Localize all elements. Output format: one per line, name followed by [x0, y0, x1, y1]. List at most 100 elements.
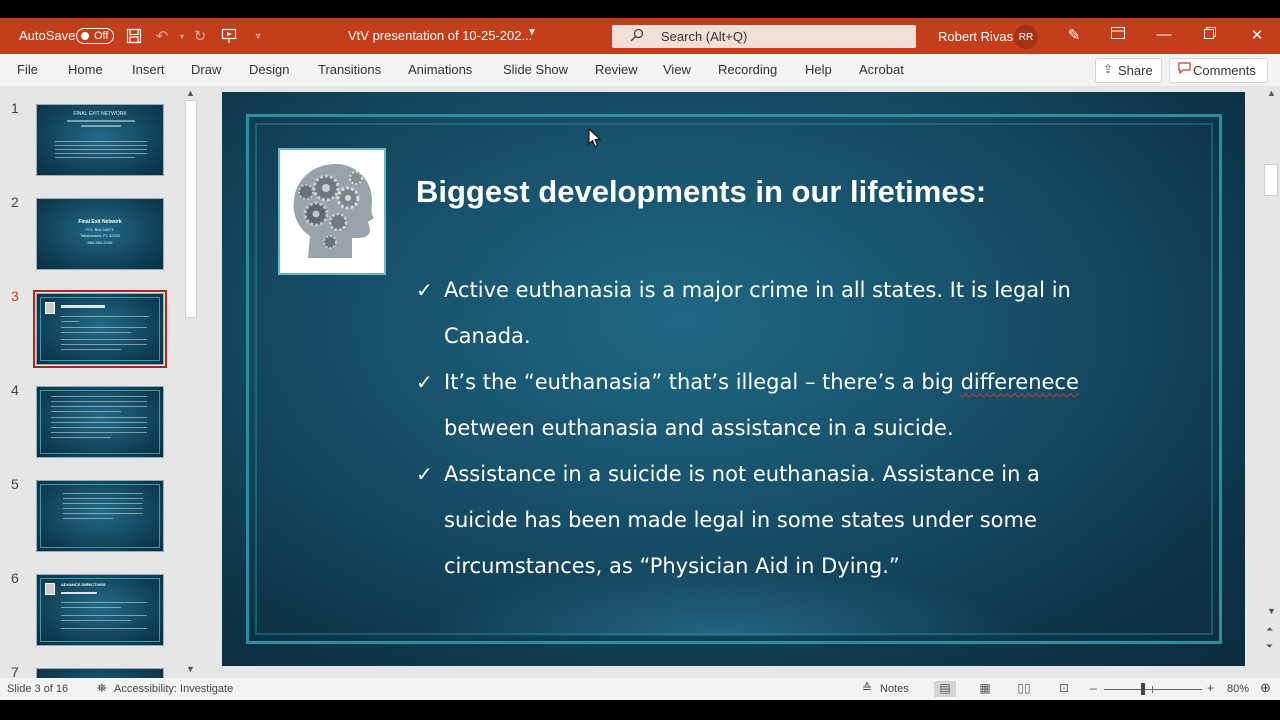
autosave-state: Off: [94, 30, 109, 42]
thumb-number-2: 2: [11, 194, 19, 210]
thumb-number-5: 5: [11, 476, 19, 492]
chevron-down-icon[interactable]: ▼: [527, 27, 537, 38]
comments-button[interactable]: Comments: [1169, 58, 1268, 83]
share-button[interactable]: ⇪ Share: [1095, 58, 1162, 83]
bullet-item: ✓ It’s the “euthanasia” that’s illegal –…: [416, 359, 1116, 451]
close-icon[interactable]: ✕: [1246, 26, 1268, 46]
autosave-label: AutoSave: [19, 28, 76, 43]
document-title[interactable]: VtV presentation of 10-25-202...: [348, 28, 532, 43]
thumb-number-7: 7: [11, 664, 19, 678]
thumb2-line-2: P.O. Box 10071: [86, 227, 114, 232]
minimize-icon[interactable]: —: [1153, 26, 1175, 46]
zoom-in-icon[interactable]: +: [1207, 681, 1214, 695]
thumb-number-4: 4: [11, 382, 19, 398]
brain-gears-image[interactable]: [278, 148, 386, 275]
user-name[interactable]: Robert Rivas: [938, 29, 1013, 44]
fit-to-window-icon[interactable]: ⊕: [1260, 680, 1271, 696]
slide-thumbnail-6[interactable]: ADVANCE DIRECTIVES: [36, 574, 164, 646]
search-icon: [630, 28, 644, 45]
accessibility-icon[interactable]: ⛯: [97, 681, 107, 696]
scroll-down-icon[interactable]: ▼: [1267, 606, 1276, 616]
zoom-slider-handle[interactable]: [1141, 683, 1145, 695]
ribbon-display-icon[interactable]: [1107, 26, 1129, 46]
thumb6-title: ADVANCE DIRECTIVES: [61, 582, 106, 587]
slide-title[interactable]: Biggest developments in our lifetimes:: [416, 174, 986, 210]
pen-icon[interactable]: ✎: [1063, 26, 1085, 46]
tab-recording[interactable]: Recording: [718, 62, 777, 77]
scroll-down-icon[interactable]: ▼: [186, 664, 195, 674]
checkmark-icon: ✓: [416, 278, 433, 302]
thumb2-line-3: Tallahassee, FL 32302: [79, 233, 121, 238]
slide-thumbnail-5[interactable]: [36, 480, 164, 552]
slide-thumbnail-pane: 1 FINAL EXIT NETWORK 2 Final Exit Networ…: [0, 86, 200, 678]
misspelled-word[interactable]: differenece: [961, 370, 1079, 394]
bottom-letterbox: [0, 700, 1280, 720]
tab-file[interactable]: File: [17, 62, 38, 77]
checkmark-icon: ✓: [416, 462, 433, 486]
scroll-up-icon[interactable]: ▲: [1267, 88, 1276, 98]
tab-animations[interactable]: Animations: [408, 62, 472, 77]
comments-label: Comments: [1193, 63, 1256, 78]
thumb2-line-4: 866-654-9156: [87, 240, 113, 245]
bullet-text: Active euthanasia is a major crime in al…: [444, 278, 1071, 348]
present-from-start-icon[interactable]: [219, 26, 239, 46]
slide-thumbnail-2[interactable]: Final Exit Network P.O. Box 10071 Tallah…: [36, 198, 164, 270]
ribbon-tabs: File Home Insert Draw Design Transitions…: [0, 54, 1280, 86]
bullet-list[interactable]: ✓ Active euthanasia is a major crime in …: [416, 267, 1116, 589]
tab-slide-show[interactable]: Slide Show: [503, 62, 568, 77]
normal-view-icon[interactable]: ▤: [934, 681, 956, 697]
slide-show-icon[interactable]: ⊡: [1053, 681, 1075, 697]
status-bar: Slide 3 of 16 ⛯ Accessibility: Investiga…: [0, 678, 1280, 700]
toggle-knob: [81, 32, 89, 40]
next-slide-icon[interactable]: ⏷: [1266, 641, 1273, 652]
thumb2-line-1: Final Exit Network: [78, 219, 122, 225]
slide-thumbnail-1[interactable]: FINAL EXIT NETWORK: [36, 104, 164, 176]
autosave-toggle[interactable]: Off: [76, 28, 114, 44]
avatar[interactable]: RR: [1014, 25, 1038, 49]
title-bar: AutoSave Off ↶ ▾ ↻ ▿ VtV presentation of…: [0, 18, 1280, 54]
zoom-out-icon[interactable]: –: [1090, 681, 1097, 695]
search-placeholder: Search (Alt+Q): [661, 29, 748, 44]
thumbnail-scrollbar[interactable]: ▲ ▼: [183, 86, 199, 678]
tab-help[interactable]: Help: [805, 62, 832, 77]
previous-slide-icon[interactable]: ⏶: [1266, 624, 1273, 635]
slide-thumbnail-4[interactable]: [36, 386, 164, 458]
slide-scrollbar[interactable]: ▲ ▼ ⏶ ⏷: [1262, 86, 1280, 678]
slide-counter: Slide 3 of 16: [7, 683, 69, 695]
slide-editor: Biggest developments in our lifetimes: ✓…: [200, 86, 1262, 678]
slide-sorter-icon[interactable]: ▦: [974, 681, 996, 697]
tab-insert[interactable]: Insert: [132, 62, 165, 77]
slide-thumbnail-3[interactable]: [36, 293, 164, 365]
tab-home[interactable]: Home: [68, 62, 103, 77]
thumb-number-1: 1: [11, 100, 19, 116]
notes-label: Notes: [880, 683, 909, 695]
restore-icon[interactable]: [1199, 26, 1221, 46]
scroll-up-icon[interactable]: ▲: [186, 88, 195, 98]
head-gears-icon: [293, 164, 374, 258]
slide-thumbnail-7[interactable]: [36, 668, 164, 678]
save-icon[interactable]: [124, 26, 144, 46]
tab-transitions[interactable]: Transitions: [318, 62, 381, 77]
tab-draw[interactable]: Draw: [191, 62, 221, 77]
tab-review[interactable]: Review: [595, 62, 638, 77]
bullet-text: Assistance in a suicide is not euthanasi…: [444, 462, 1040, 578]
tab-design[interactable]: Design: [249, 62, 289, 77]
tab-view[interactable]: View: [663, 62, 691, 77]
search-box[interactable]: Search (Alt+Q): [612, 25, 916, 48]
scrollbar-thumb[interactable]: [1264, 164, 1278, 196]
bullet-text: It’s the “euthanasia” that’s illegal – t…: [444, 370, 961, 394]
redo-icon[interactable]: ↻: [190, 26, 210, 46]
undo-dropdown-icon[interactable]: ▾: [172, 26, 192, 46]
zoom-slider[interactable]: [1104, 689, 1202, 690]
share-icon: ⇪: [1103, 62, 1114, 76]
tab-acrobat[interactable]: Acrobat: [859, 62, 904, 77]
reading-view-icon[interactable]: ▯▯: [1013, 681, 1035, 697]
zoom-level[interactable]: 80%: [1227, 683, 1249, 695]
accessibility-status[interactable]: Accessibility: Investigate: [114, 683, 233, 695]
undo-icon[interactable]: ↶: [152, 26, 172, 46]
slide-canvas[interactable]: Biggest developments in our lifetimes: ✓…: [222, 92, 1245, 666]
bullet-item: ✓ Active euthanasia is a major crime in …: [416, 267, 1116, 359]
customize-toolbar-icon[interactable]: ▿: [248, 26, 268, 46]
bullet-item: ✓ Assistance in a suicide is not euthana…: [416, 451, 1116, 589]
scrollbar-thumb[interactable]: [185, 100, 197, 318]
